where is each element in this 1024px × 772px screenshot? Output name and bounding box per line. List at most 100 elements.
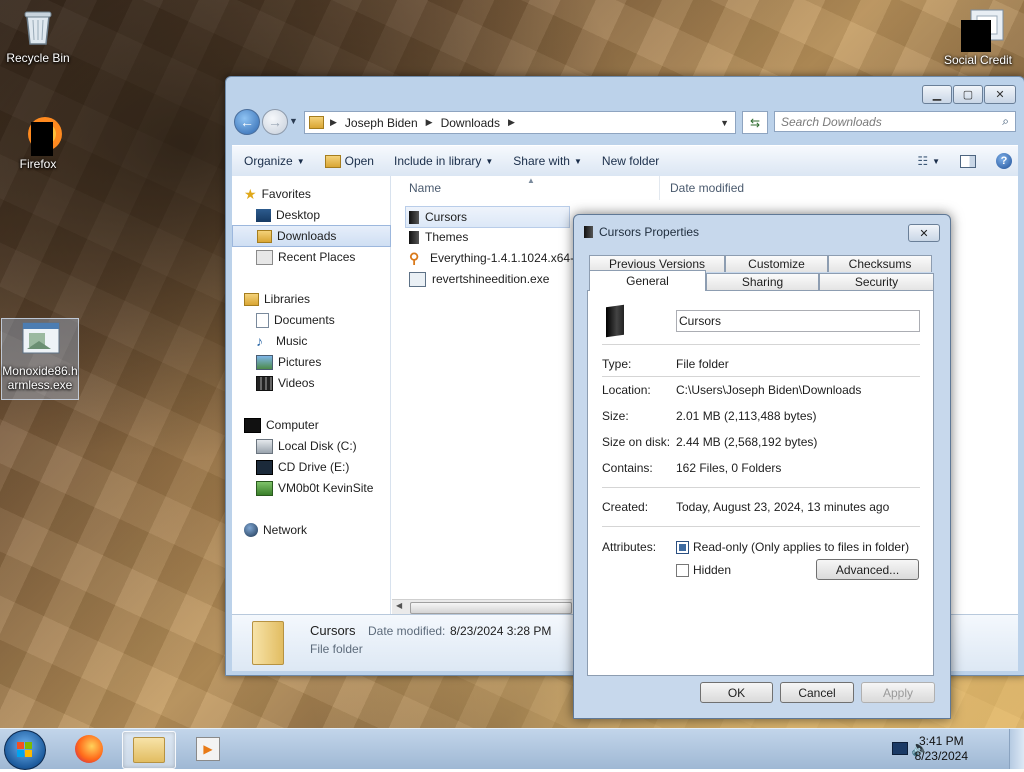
nav-computer[interactable]: Computer [244,415,386,435]
nav-network[interactable]: Network [244,520,386,540]
checkbox-indeterminate-icon [676,540,689,554]
star-icon: ★ [244,185,257,202]
organize-button[interactable]: Organize ▼ [232,146,315,176]
file-row-revertshine[interactable]: revertshineedition.exe [409,269,549,289]
tab-security[interactable]: Security [819,273,934,290]
file-row-cursors[interactable]: Cursors [405,206,570,228]
attributes-label: Attributes: [602,540,657,554]
address-history-dropdown[interactable]: ▼ [720,118,729,128]
tab-general[interactable]: General [589,270,706,291]
apply-button[interactable]: Apply [861,682,935,703]
tab-label: Sharing [741,275,784,289]
social-credit-desktop-icon[interactable]: Social Credit [938,8,1018,67]
cancel-button[interactable]: Cancel [780,682,854,703]
nav-local-disk-label: Local Disk (C:) [278,439,357,453]
properties-dialog: Cursors Properties ✕ Previous Versions C… [573,214,951,719]
monoxide-desktop-icon[interactable]: Monoxide86.harmless.exe [1,318,79,400]
nav-videos-label: Videos [278,376,315,390]
tab-checksums[interactable]: Checksums [828,255,932,272]
large-folder-icon [252,621,284,665]
nav-downloads[interactable]: Downloads [232,225,391,247]
nav-recent-places[interactable]: Recent Places [256,247,398,267]
nav-network-label: Network [263,523,308,537]
network-drive-icon [256,480,273,496]
column-name-label: Name [409,181,442,195]
pictures-icon [256,354,273,370]
start-button[interactable] [4,730,46,770]
nav-local-disk[interactable]: Local Disk (C:) [256,436,398,456]
file-row-everything[interactable]: ⚲ Everything-1.4.1.1024.x64-S [409,248,582,268]
chevron-down-icon: ▼ [573,156,582,166]
type-label: Type: [602,357,632,371]
folder-dark-icon [409,210,419,224]
divider [602,344,920,345]
nav-videos[interactable]: Videos [256,373,398,393]
nav-music[interactable]: ♪ Music [256,331,398,351]
folder-name-input[interactable]: Cursors [676,310,920,332]
libraries-icon [244,292,259,306]
desktop-icon [256,208,271,222]
column-header-name[interactable]: Name [409,176,441,200]
preview-pane-icon [960,154,976,168]
monitor-tray-icon[interactable] [892,742,908,755]
tab-sharing[interactable]: Sharing [706,273,819,290]
divider [602,376,920,377]
nav-cd-drive[interactable]: CD Drive (E:) [256,457,398,477]
view-list-icon: ☷ [917,154,929,168]
recent-pages-dropdown[interactable]: ▼ [289,116,298,126]
preview-pane-button[interactable] [950,146,986,176]
ok-button[interactable]: OK [700,682,773,703]
readonly-checkbox[interactable]: Read-only (Only applies to files in fold… [676,540,909,554]
nav-desktop[interactable]: Desktop [256,205,398,225]
dialog-close-button[interactable]: ✕ [908,224,940,242]
refresh-button[interactable]: ⇆ [742,111,768,134]
back-button[interactable]: ← [234,109,260,135]
file-row-themes[interactable]: Themes [409,227,468,247]
show-desktop-button[interactable] [1009,729,1024,769]
nav-favorites[interactable]: ★ Favorites [244,184,386,204]
maximize-button[interactable]: ▢ [953,85,983,104]
nav-documents[interactable]: Documents [256,310,398,330]
divider [602,487,920,488]
column-header-date-modified[interactable]: Date modified [659,176,750,200]
advanced-button[interactable]: Advanced... [816,559,919,580]
general-tab-panel: Cursors Type: File folder Location: C:\U… [587,290,934,676]
monoxide-label: Monoxide86.harmless.exe [2,364,78,392]
folder-dark-icon [409,230,419,244]
file-name: revertshineedition.exe [432,272,550,286]
new-folder-button[interactable]: New folder [592,146,669,176]
taskbar-firefox[interactable] [63,731,115,767]
breadcrumb-downloads[interactable]: Downloads [441,116,500,130]
view-options-button[interactable]: ☷ ▼ [907,146,950,176]
taskbar-explorer[interactable] [122,731,176,769]
share-with-button[interactable]: Share with ▼ [503,146,592,176]
tab-customize[interactable]: Customize [725,255,828,272]
recycle-bin-desktop-icon[interactable]: Recycle Bin [0,6,76,65]
search-input[interactable]: Search Downloads ⌕ [774,111,1016,132]
executable-icon [19,319,61,361]
nav-pictures[interactable]: Pictures [256,352,398,372]
nav-desktop-label: Desktop [276,208,321,222]
forward-button[interactable]: → [262,109,288,135]
media-player-icon: ▶ [196,737,220,761]
size-label: Size: [602,409,629,423]
nav-vm-share[interactable]: VM0b0t KevinSite [256,478,398,498]
maximize-icon: ▢ [962,89,974,101]
hidden-checkbox[interactable]: Hidden [676,563,731,577]
help-button[interactable]: ? [986,146,1018,176]
close-button[interactable]: ✕ [984,85,1016,104]
firefox-desktop-icon[interactable]: Firefox [0,112,76,171]
taskbar-media-player[interactable]: ▶ [182,731,234,767]
nav-libraries[interactable]: Libraries [244,289,386,309]
system-clock[interactable]: 3:41 PM 8/23/2024 [915,734,968,764]
minimize-button[interactable]: ▁ [922,85,952,104]
social-credit-label: Social Credit [943,53,1013,67]
navigation-pane: ★ Favorites Desktop Downloads Recent Plac… [232,176,391,614]
cd-drive-icon [256,459,273,475]
include-in-library-button[interactable]: Include in library ▼ [384,146,503,176]
address-bar[interactable]: ▶ Joseph Biden ▶ Downloads ▶ ▼ [304,111,736,134]
scrollbar-thumb[interactable] [410,602,572,614]
open-button[interactable]: Open [315,146,384,176]
horizontal-scrollbar[interactable]: ◀ [392,599,572,615]
breadcrumb-joseph-biden[interactable]: Joseph Biden [345,116,418,130]
